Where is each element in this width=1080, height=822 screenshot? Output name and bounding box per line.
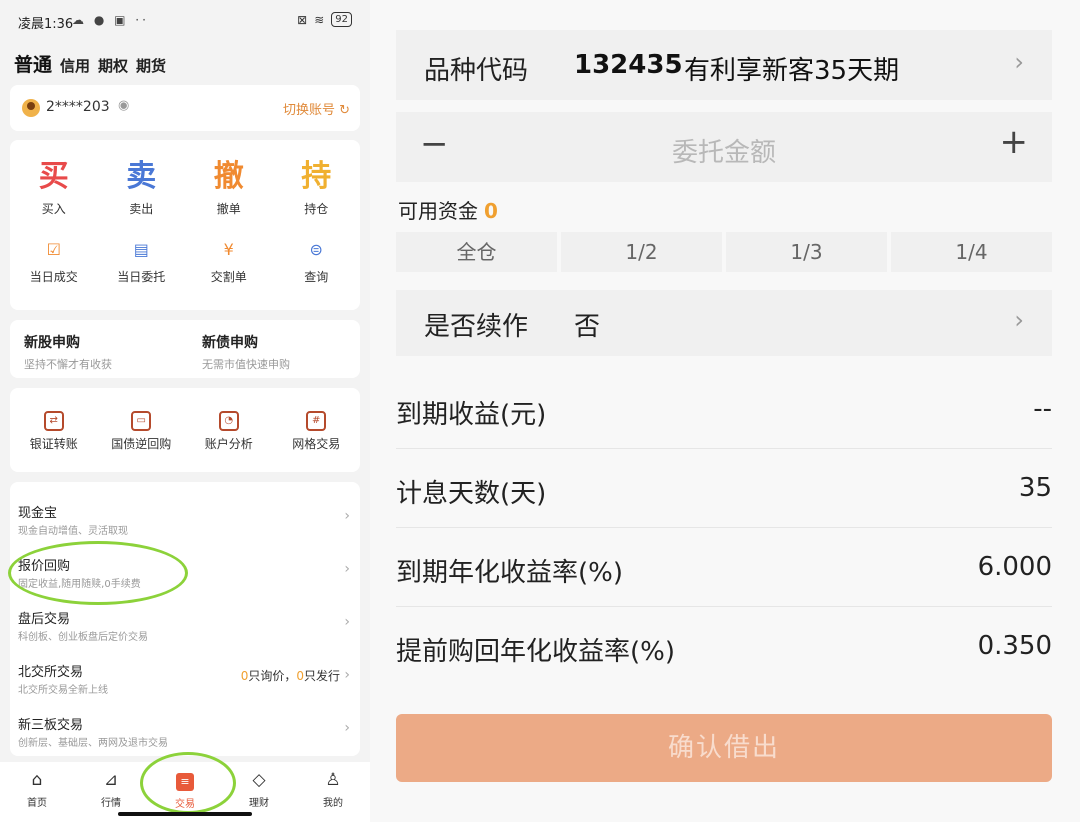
- delivery-note-button[interactable]: ¥ 交割单: [185, 236, 273, 285]
- chevron-right-icon: ›: [1014, 48, 1024, 76]
- chevron-right-icon: ›: [344, 508, 350, 524]
- product-code: 132435: [574, 50, 683, 80]
- query-button[interactable]: ⊜ 查询: [273, 236, 361, 285]
- tab-futures[interactable]: 期货: [136, 55, 166, 76]
- ratio-buttons: 全仓 1/2 1/3 1/4: [396, 232, 1052, 272]
- chart-icon: ⊿: [103, 770, 119, 790]
- list-item[interactable]: 报价回购 固定收益,随用随赎,0手续费 ›: [10, 545, 360, 597]
- reverse-repo-button[interactable]: ▭ 国债逆回购: [98, 388, 186, 452]
- info-row-early-yield: 提前购回年化收益率(%) 0.350: [396, 631, 1052, 667]
- buy-button[interactable]: 买 买入: [10, 158, 98, 217]
- eye-icon[interactable]: ◉: [118, 98, 129, 113]
- status-time: 凌晨1:36: [18, 17, 74, 32]
- info-row-interest-days: 计息天数(天) 35: [396, 449, 1052, 528]
- battery-icon: 92: [331, 12, 352, 27]
- ratio-half-button[interactable]: 1/2: [561, 232, 722, 272]
- info-row-maturity-income: 到期收益(元) --: [396, 370, 1052, 449]
- renew-selector[interactable]: 是否续作 否 ›: [396, 290, 1052, 356]
- calendar-check-icon: ☑: [46, 240, 61, 259]
- renew-value: 否: [574, 312, 601, 342]
- list-item[interactable]: 盘后交易 科创板、创业板盘后定价交易 ›: [10, 598, 360, 650]
- transfer-icon: ⇄: [43, 411, 64, 431]
- tools-card: ⇄ 银证转账 ▭ 国债逆回购 ◔ 账户分析 # 网格交易: [10, 388, 360, 472]
- document-icon: ▤: [133, 240, 149, 259]
- finance-icon: ◇: [252, 770, 266, 790]
- tab-credit[interactable]: 信用: [60, 55, 90, 76]
- chevron-right-icon: ›: [344, 561, 350, 577]
- nav-home[interactable]: ⌂ 首页: [0, 762, 74, 822]
- refresh-icon: ↻: [339, 103, 350, 118]
- list-item[interactable]: 北交所交易 北交所交易全新上线 0只询价，0只发行 ›: [10, 651, 360, 703]
- ratio-full-button[interactable]: 全仓: [396, 232, 557, 272]
- switch-account-button[interactable]: 切换账号 ↻: [283, 99, 350, 118]
- nav-profile[interactable]: ♙ 我的: [296, 762, 370, 822]
- product-selector[interactable]: 品种代码 132435 有利享新客35天期 ›: [396, 30, 1052, 100]
- user-icon: ♙: [325, 770, 341, 790]
- tab-normal[interactable]: 普通: [14, 50, 52, 77]
- today-deals-button[interactable]: ☑ 当日成交: [10, 236, 98, 285]
- sim-icon: ⊠: [297, 12, 308, 27]
- home-icon: ⌂: [31, 770, 43, 790]
- buy-icon: 买: [38, 159, 69, 194]
- tab-options[interactable]: 期权: [98, 55, 128, 76]
- notification-icons: ☁ ● ▣ ··: [72, 13, 149, 27]
- increase-button[interactable]: +: [1000, 122, 1029, 162]
- grid-icon: #: [306, 411, 327, 431]
- status-bar: 凌晨1:36 ☁ ● ▣ ·· ⊠ ≋ 92: [0, 0, 370, 42]
- list-item[interactable]: 新三板交易 创新层、基础层、两网及退市交易 ›: [10, 704, 360, 756]
- chevron-right-icon: ›: [1014, 306, 1024, 334]
- new-stock-ipo-button[interactable]: 新股申购 坚持不懈才有收获: [24, 332, 112, 372]
- chevron-right-icon: ›: [344, 614, 350, 630]
- home-indicator: [118, 812, 252, 816]
- confirm-lend-button[interactable]: 确认借出: [396, 714, 1052, 782]
- sell-button[interactable]: 卖 卖出: [98, 158, 186, 217]
- list-item[interactable]: 现金宝 现金自动增值、灵活取现 ›: [10, 492, 360, 544]
- grid-trading-button[interactable]: # 网格交易: [273, 388, 361, 452]
- available-funds: 可用资金 0: [398, 199, 498, 223]
- product-name: 有利享新客35天期: [684, 56, 900, 86]
- search-icon: ⊜: [309, 240, 323, 259]
- chevron-right-icon: ›: [344, 720, 350, 736]
- sell-icon: 卖: [126, 159, 157, 194]
- cancel-icon: 撤: [213, 159, 244, 194]
- amount-input[interactable]: 委托金额: [396, 132, 1052, 169]
- analysis-icon: ◔: [218, 411, 239, 431]
- repo-order-form: 品种代码 132435 有利享新客35天期 › − 委托金额 + 可用资金 0 全…: [370, 0, 1080, 822]
- wifi-icon: ≋: [314, 12, 325, 27]
- receipt-icon: ¥: [223, 240, 234, 259]
- account-number: 2****203: [46, 99, 110, 115]
- cancel-order-button[interactable]: 撤 撤单: [185, 158, 273, 217]
- system-icons: ⊠ ≋ 92: [297, 12, 352, 27]
- info-row-annual-yield: 到期年化收益率(%) 6.000: [396, 528, 1052, 607]
- available-funds-value: 0: [484, 199, 498, 223]
- trade-icon: ≡: [176, 773, 194, 791]
- chevron-right-icon: ›: [344, 667, 350, 683]
- ratio-quarter-button[interactable]: 1/4: [891, 232, 1052, 272]
- bse-status: 0只询价，0只发行: [240, 669, 340, 683]
- new-bond-ipo-button[interactable]: 新债申购 无需市值快速申购: [202, 332, 290, 372]
- positions-button[interactable]: 持 持仓: [273, 158, 361, 217]
- account-analysis-button[interactable]: ◔ 账户分析: [185, 388, 273, 452]
- trade-actions-card: 买 买入 卖 卖出 撤 撤单 持 持仓 ☑ 当日成交 ▤ 当日委托 ¥ 交割单 …: [10, 140, 360, 310]
- services-list: 现金宝 现金自动增值、灵活取现 › 报价回购 固定收益,随用随赎,0手续费 › …: [10, 482, 360, 756]
- account-type-tabs: 普通 信用 期权 期货: [14, 50, 166, 77]
- avatar: [22, 99, 40, 117]
- hold-icon: 持: [301, 159, 332, 194]
- ipo-card: 新股申购 坚持不懈才有收获 新债申购 无需市值快速申购: [10, 320, 360, 378]
- ticket-icon: ▭: [131, 411, 152, 431]
- today-orders-button[interactable]: ▤ 当日委托: [98, 236, 186, 285]
- account-card: 2****203 ◉ 切换账号 ↻: [10, 85, 360, 131]
- ratio-third-button[interactable]: 1/3: [726, 232, 887, 272]
- bank-transfer-button[interactable]: ⇄ 银证转账: [10, 388, 98, 452]
- trade-home-panel: 凌晨1:36 ☁ ● ▣ ·· ⊠ ≋ 92 普通 信用 期权 期货 2****…: [0, 0, 370, 822]
- amount-stepper: − 委托金额 +: [396, 112, 1052, 182]
